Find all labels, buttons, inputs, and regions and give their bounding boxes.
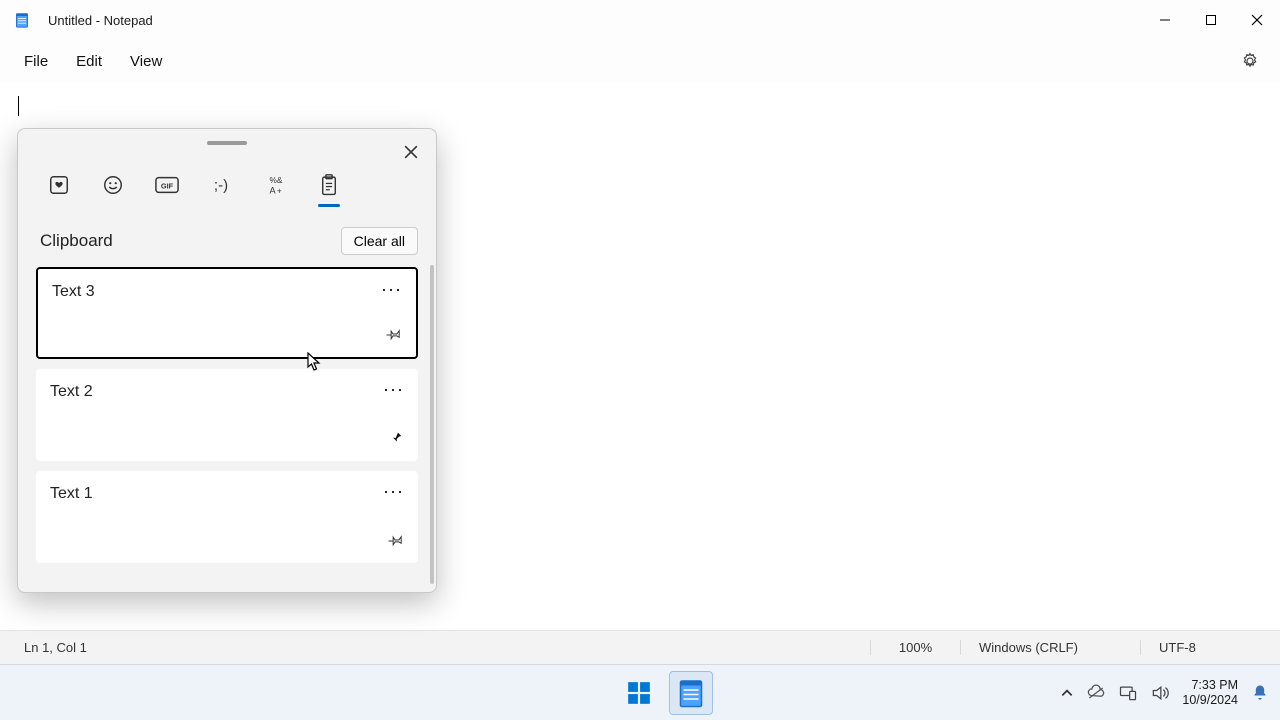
status-line-ending: Windows (CRLF) [960, 640, 1140, 655]
svg-text:&: & [277, 176, 283, 185]
symbols-icon: % & A + [264, 174, 286, 196]
clipboard-item[interactable]: Text 1 ··· [36, 471, 418, 563]
menu-view[interactable]: View [116, 47, 176, 76]
clipboard-item[interactable]: Text 2 ··· [36, 369, 418, 461]
clipboard-item-text: Text 1 [50, 485, 404, 503]
clipboard-panel: GIF ;-) % & A + Clipboard Clear all Text… [17, 128, 437, 593]
svg-text:GIF: GIF [161, 182, 174, 191]
tab-gif[interactable]: GIF [152, 167, 182, 203]
close-icon [404, 145, 418, 159]
gif-icon: GIF [155, 176, 179, 194]
tab-symbols[interactable]: % & A + [260, 167, 290, 203]
tab-clipboard[interactable] [314, 167, 344, 203]
notifications-icon[interactable] [1250, 683, 1270, 703]
clipboard-icon [319, 174, 339, 196]
windows-icon [626, 680, 652, 706]
clear-all-button[interactable]: Clear all [341, 227, 418, 255]
item-pin-button[interactable] [388, 430, 404, 451]
taskbar: 7:33 PM 10/9/2024 [0, 664, 1280, 720]
menu-bar: File Edit View [0, 40, 1280, 82]
settings-button[interactable] [1230, 41, 1270, 81]
menu-edit[interactable]: Edit [62, 47, 116, 76]
tray-date: 10/9/2024 [1182, 693, 1238, 708]
status-bar: Ln 1, Col 1 100% Windows (CRLF) UTF-8 [0, 630, 1280, 664]
svg-text:A: A [270, 185, 277, 195]
onedrive-icon[interactable] [1086, 683, 1106, 703]
emoji-icon [102, 174, 124, 196]
more-icon: ··· [381, 279, 402, 299]
taskbar-clock[interactable]: 7:33 PM 10/9/2024 [1182, 678, 1238, 708]
taskbar-notepad[interactable] [669, 671, 713, 715]
gear-icon [1241, 52, 1259, 70]
clipboard-item-text: Text 3 [52, 283, 402, 301]
start-button[interactable] [617, 671, 661, 715]
system-tray: 7:33 PM 10/9/2024 [1060, 678, 1280, 708]
minimize-button[interactable] [1142, 0, 1188, 40]
panel-scrollbar[interactable] [430, 265, 434, 584]
title-bar: Untitled - Notepad [0, 0, 1280, 40]
tray-time: 7:33 PM [1182, 678, 1238, 693]
window-title: Untitled - Notepad [48, 13, 153, 28]
item-more-button[interactable]: ··· [383, 379, 404, 400]
notepad-app-icon [14, 12, 30, 28]
close-button[interactable] [1234, 0, 1280, 40]
tab-emoji[interactable] [98, 167, 128, 203]
status-zoom: 100% [870, 640, 960, 655]
panel-close-button[interactable] [396, 137, 426, 167]
text-caret [18, 96, 19, 116]
item-pin-button[interactable] [386, 326, 402, 347]
pin-filled-icon [388, 430, 404, 446]
notepad-icon [678, 678, 704, 708]
item-pin-button[interactable] [388, 532, 404, 553]
pin-outline-icon [386, 326, 402, 342]
clipboard-item-text: Text 2 [50, 383, 404, 401]
clipboard-items: Text 3 ··· Text 2 ··· Text 1 ··· [18, 265, 436, 590]
tab-kaomoji[interactable]: ;-) [206, 167, 236, 203]
status-position: Ln 1, Col 1 [0, 640, 105, 655]
more-icon: ··· [383, 379, 404, 399]
svg-text:+: + [277, 186, 282, 195]
devices-icon[interactable] [1118, 683, 1138, 703]
maximize-button[interactable] [1188, 0, 1234, 40]
volume-icon[interactable] [1150, 683, 1170, 703]
status-encoding: UTF-8 [1140, 640, 1280, 655]
sticker-heart-icon [48, 174, 70, 196]
panel-tabs: GIF ;-) % & A + [18, 145, 436, 207]
kaomoji-icon: ;-) [214, 177, 228, 194]
menu-file[interactable]: File [10, 47, 62, 76]
clipboard-item[interactable]: Text 3 ··· [36, 267, 418, 359]
pin-outline-icon [388, 532, 404, 548]
clipboard-title: Clipboard [40, 231, 113, 251]
tray-chevron-up-icon[interactable] [1060, 686, 1074, 700]
more-icon: ··· [383, 481, 404, 501]
tab-recent[interactable] [44, 167, 74, 203]
item-more-button[interactable]: ··· [381, 279, 402, 300]
item-more-button[interactable]: ··· [383, 481, 404, 502]
